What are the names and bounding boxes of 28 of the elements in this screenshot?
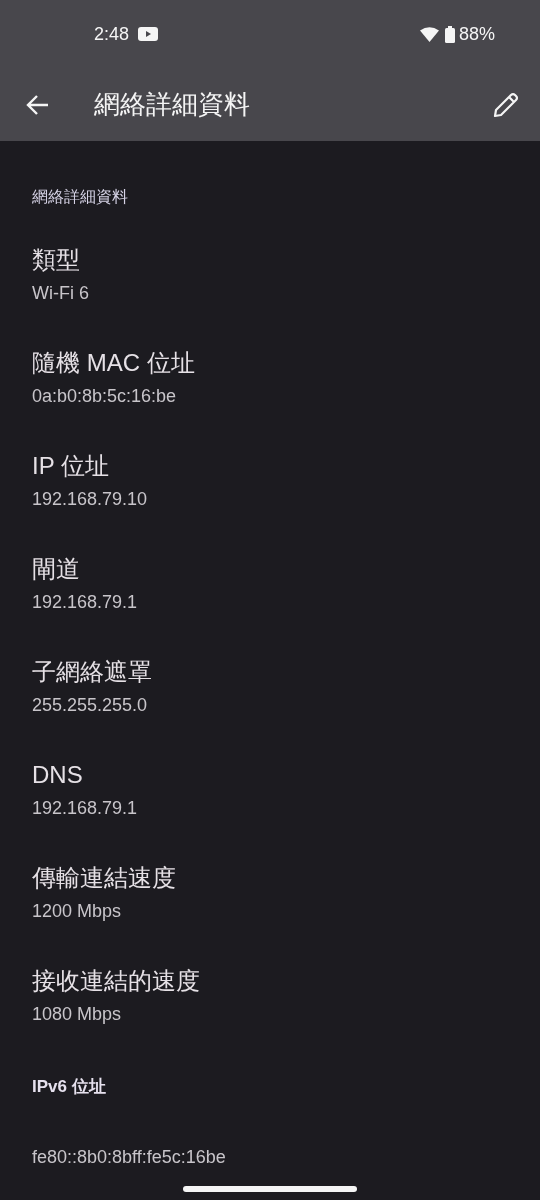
back-arrow-icon: [25, 93, 49, 116]
battery-percent: 88%: [458, 22, 495, 46]
edit-button[interactable]: [492, 90, 520, 119]
status-time: 2:48: [94, 22, 130, 46]
detail-title: IP 位址: [32, 451, 110, 481]
detail-title: 接收連結的速度: [32, 966, 201, 996]
battery-icon: [444, 25, 455, 43]
detail-title: 傳輸連結速度: [32, 863, 177, 893]
detail-title: 子網絡遮罩: [32, 657, 153, 687]
detail-value: Wi-Fi 6: [32, 282, 90, 305]
detail-title: DNS: [32, 760, 84, 790]
detail-value: fe80::8b0:8bff:fe5c:16be: [32, 1146, 227, 1169]
wifi-icon: [419, 26, 439, 42]
section-header: 網絡詳細資料: [32, 187, 129, 207]
detail-value: 192.168.79.1: [32, 797, 139, 820]
video-app-icon: [138, 27, 159, 41]
detail-value: 192.168.79.10: [32, 488, 149, 511]
detail-title: 隨機 MAC 位址: [32, 348, 196, 378]
detail-value: 0a:b0:8b:5c:16:be: [32, 385, 178, 408]
detail-value: 192.168.79.1: [32, 591, 139, 614]
detail-value: 255.255.255.0: [32, 694, 149, 717]
pencil-icon: [493, 91, 519, 118]
detail-value: 1200 Mbps: [32, 900, 123, 923]
section-header: IPv6 位址: [32, 1076, 107, 1098]
detail-title: 閘道: [32, 554, 81, 584]
toolbar-title: 網絡詳細資料: [94, 88, 250, 121]
detail-title: 類型: [32, 245, 81, 275]
detail-value: 1080 Mbps: [32, 1003, 123, 1026]
